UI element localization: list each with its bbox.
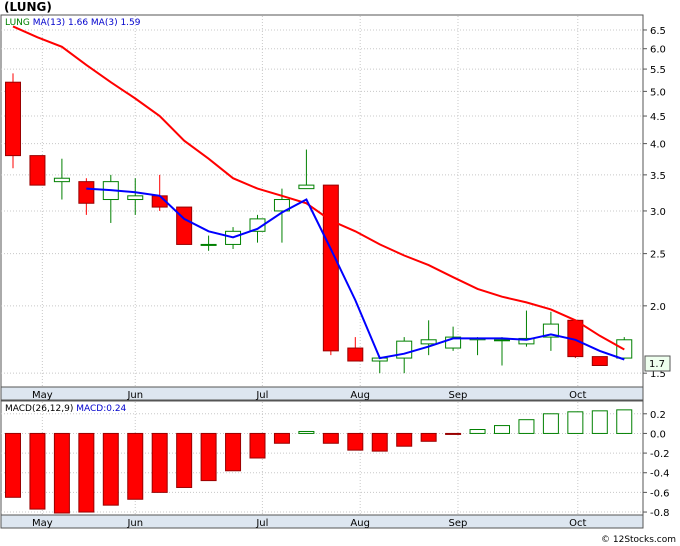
price-y-tick-label: 6.5 [650, 26, 666, 37]
macd-y-tick-label: 0.0 [650, 429, 666, 440]
macd-bar [420, 432, 437, 442]
macd-bar [249, 432, 266, 459]
macd-bar [29, 432, 46, 510]
macd-y-tick-label: 0.2 [650, 410, 666, 421]
macd-bar [78, 432, 95, 513]
candle-body [420, 339, 437, 345]
macd-bar [225, 432, 242, 472]
macd-bar [200, 432, 217, 482]
macd-x-axis-strip [0, 514, 644, 529]
macd-legend: MACD(26,12,9) MACD:0.24 [5, 404, 127, 414]
candle-body [494, 339, 510, 342]
legend-entry: MACD(26,12,9) [5, 404, 73, 414]
x-axis-month-label: Jun [126, 390, 143, 401]
macd-bar [518, 419, 535, 434]
macd-bar [445, 432, 462, 435]
x-axis-month-label: Sep [449, 390, 468, 401]
macd-bar [371, 432, 388, 452]
macd-bar [567, 411, 584, 434]
macd-panel: 0.2 0.0 -0.2 -0.4 -0.6 -0.8 MACD(26,12,9) MAC… [0, 400, 670, 519]
legend-entry: MA(13) [30, 18, 65, 28]
candle-body [78, 181, 95, 204]
macd-bar [396, 432, 413, 447]
x-axis-month-label: Oct [569, 518, 586, 529]
macd-bar [469, 429, 486, 434]
chart-title: (LUNG) [4, 0, 52, 14]
price-y-tick-label: 3.5 [650, 171, 666, 182]
x-axis-month-label: Sep [449, 518, 468, 529]
macd-bar [151, 432, 168, 493]
x-axis-month-label: May [32, 390, 53, 401]
candle-body [5, 81, 21, 157]
x-axis-month-label: Jul [255, 518, 268, 529]
last-price-badge: 1.7 [644, 355, 671, 372]
price-y-tick-label: 5.5 [650, 65, 666, 76]
macd-bar [616, 409, 633, 434]
macd-bar [542, 413, 559, 434]
price-y-tick-label: 3.0 [650, 207, 666, 218]
legend-entry: 1.59 [118, 18, 141, 28]
candle-body [53, 177, 70, 183]
candle-body [200, 243, 217, 246]
macd-y-tick-label: -0.8 [650, 508, 670, 519]
macd-bar [176, 432, 193, 488]
macd-y-tick-label: -0.2 [650, 449, 670, 460]
macd-bar [322, 432, 339, 444]
macd-bar [53, 432, 70, 514]
x-axis-month-label: Aug [350, 390, 370, 401]
macd-bar [347, 432, 364, 451]
legend-entry: LUNG [5, 18, 30, 28]
macd-y-tick-label: -0.6 [650, 488, 670, 499]
candle-body [347, 347, 364, 362]
x-axis-month-label: Aug [350, 518, 370, 529]
candle-body [127, 195, 144, 201]
price-y-tick-label: 2.0 [650, 302, 666, 313]
price-y-tick-label: 6.0 [650, 45, 666, 56]
price-legend: LUNG MA(13) 1.66 MA(3) 1.59 [5, 18, 141, 28]
legend-entry: 1.66 [65, 18, 88, 28]
macd-bar [298, 430, 315, 434]
price-y-tick-label: 4.5 [650, 112, 666, 123]
price-y-tick-label: 5.0 [650, 87, 666, 98]
legend-entry: MACD:0.24 [73, 404, 126, 414]
candle-body [29, 155, 46, 186]
macd-bar [5, 432, 21, 498]
x-axis-month-label: Oct [569, 390, 586, 401]
stock-chart: (LUNG) 6.5 6.0 5.5 5.0 4.5 4.0 3.5 3.0 2.5 2.0 1.5… [0, 0, 680, 546]
last-price-label: 1.7 [649, 359, 665, 370]
candle-body [298, 184, 315, 190]
macd-bar [127, 432, 144, 500]
legend-entry: MA(3) [88, 18, 118, 28]
price-y-tick-label: 2.5 [650, 250, 666, 261]
price-x-axis-strip [0, 386, 644, 401]
x-axis-month-label: May [32, 518, 53, 529]
x-axis-month-label: Jul [255, 390, 268, 401]
candle-body [591, 356, 608, 366]
macd-bar [102, 432, 119, 506]
price-y-tick-label: 4.0 [650, 140, 666, 151]
candle-body [322, 184, 339, 352]
macd-bar [591, 410, 608, 434]
x-axis-month-label: Jun [126, 518, 143, 529]
macd-bar [494, 425, 510, 434]
macd-y-tick-label: -0.4 [650, 469, 670, 480]
macd-bar [273, 432, 290, 444]
watermark: © 12Stocks.com [601, 535, 676, 545]
price-panel: 6.56.05.55.04.54.03.53.02.52.01.5 LUNG M… [0, 14, 671, 388]
